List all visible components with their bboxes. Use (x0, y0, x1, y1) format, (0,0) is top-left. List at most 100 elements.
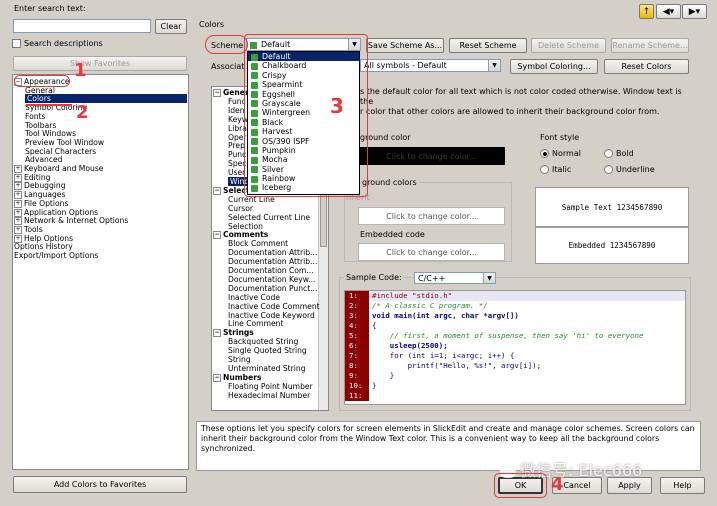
show-favorites-button[interactable]: Show Favorites (13, 56, 187, 71)
element-tree-item[interactable]: Documentation Attrib... (228, 257, 317, 266)
element-tree-item[interactable]: − Comments (213, 230, 269, 240)
collapse-icon[interactable]: − (213, 373, 221, 382)
symbols-select[interactable]: All symbols - Default ▼ (360, 59, 501, 72)
tree-item[interactable]: + File Options (14, 199, 68, 208)
element-tree-item[interactable]: Inactive Code (228, 293, 280, 302)
element-tree-item[interactable]: Floating Point Number (228, 382, 313, 391)
forward-icon[interactable]: ▶▾ (682, 4, 707, 19)
tree-item-label: File Options (24, 198, 69, 208)
element-tree-item[interactable]: Selection (228, 222, 263, 231)
tree-item-label: Export/Import Options (14, 251, 99, 260)
element-tree-item[interactable]: String (228, 355, 251, 364)
search-descriptions-checkbox[interactable]: Search descriptions (12, 39, 103, 48)
element-tree-item[interactable]: − Strings (213, 328, 254, 338)
element-tree-item[interactable]: Documentation Keyw... (228, 275, 315, 284)
tree-item-label: Colors (27, 94, 51, 104)
code-line: { (372, 321, 377, 330)
line-number: 4: (349, 321, 358, 330)
tree-item[interactable]: + Application Options (14, 208, 98, 217)
tree-item[interactable]: + Editing (14, 173, 50, 182)
chevron-down-icon[interactable]: ▼ (488, 60, 500, 71)
sample-code-editor[interactable]: 1: #include "stdio.h" 2: /* A classic C pro… (344, 290, 686, 405)
symbol-coloring-button[interactable]: Symbol Coloring... (510, 59, 598, 74)
embedded-text-preview: Embedded 1234567890 (535, 227, 689, 264)
element-tree-item[interactable]: Selected Current Line (228, 213, 310, 222)
delete-scheme-button[interactable]: Delete Scheme (531, 38, 606, 53)
element-tree-item[interactable]: Unterminated String (228, 364, 306, 373)
tree-item-label: Tool Windows (25, 129, 77, 139)
element-tree-label: Comments (223, 230, 269, 240)
tree-item[interactable]: + Languages (14, 190, 65, 200)
tree-item[interactable]: Export/Import Options (14, 251, 98, 260)
clear-button[interactable]: Clear (155, 19, 187, 34)
search-input[interactable] (13, 19, 151, 33)
options-tree[interactable]: − Appearance General Colors Symbol Coloring F… (12, 74, 189, 470)
colors-title: Colors (199, 20, 225, 29)
element-tree-item[interactable]: Documentation Attrib... (228, 248, 317, 257)
element-tree-item[interactable]: Single Quoted String (228, 346, 307, 355)
underline-radio[interactable]: Underline (604, 165, 655, 174)
reset-scheme-button[interactable]: Reset Scheme (449, 38, 527, 53)
collapse-icon[interactable]: − (213, 231, 221, 240)
collapse-icon[interactable]: − (213, 329, 221, 338)
element-tree-item[interactable]: Line Comment (228, 319, 283, 328)
element-tree-label: Numbers (223, 372, 262, 382)
tree-item[interactable]: Options History (14, 242, 73, 251)
checkbox-box (12, 39, 21, 48)
element-tree-item[interactable]: Prep (228, 141, 245, 150)
help-button[interactable]: Help (660, 477, 705, 494)
tree-item[interactable]: + Keyboard and Mouse (14, 164, 103, 173)
element-tree-item[interactable]: Hexadecimal Number (228, 391, 310, 400)
tree-item-label: Special Characters (25, 146, 97, 156)
tree-item[interactable]: Special Characters (25, 147, 96, 156)
element-tree-item[interactable]: − Numbers (213, 373, 262, 382)
tree-item[interactable]: + Debugging (14, 181, 66, 191)
rename-scheme-button[interactable]: Rename Scheme... (611, 38, 689, 53)
tree-item[interactable]: Preview Tool Window (25, 138, 104, 147)
element-tree-label: Documentation Attrib... (228, 248, 318, 258)
code-line: usleep(2500); (372, 341, 448, 350)
color-description: s the default color for all text which i… (360, 87, 682, 116)
annotation-4: 4 (551, 474, 564, 495)
favorite-icon[interactable]: ↑ (639, 4, 654, 19)
tree-item[interactable]: Tool Windows (25, 129, 76, 138)
tree-item[interactable]: + Help Options (14, 234, 73, 243)
background-color-swatch[interactable]: Click to change color... (358, 207, 505, 225)
back-icon[interactable]: ◀▾ (656, 4, 681, 19)
element-tree-item[interactable]: Cursor (228, 204, 253, 213)
element-tree-item[interactable]: Inactive Code Comment (228, 302, 320, 311)
annotation-2: 2 (76, 102, 89, 123)
embedded-color-swatch[interactable]: Click to change color... (358, 243, 505, 261)
normal-radio[interactable]: Normal (540, 149, 581, 158)
tree-item[interactable]: + Network & Internet Options (14, 216, 128, 226)
chevron-down-icon[interactable]: ▼ (483, 273, 495, 283)
tree-item[interactable]: + Tools (14, 225, 43, 234)
element-tree-item[interactable]: Block Comment (228, 239, 288, 248)
element-tree-label: Inactive Code (228, 292, 280, 302)
element-tree-item[interactable]: Iden (228, 106, 245, 115)
annotation-ring-ok (494, 473, 547, 498)
reset-colors-button[interactable]: Reset Colors (604, 59, 689, 74)
foreground-color-swatch[interactable]: Click to change color... (358, 147, 505, 165)
tree-item[interactable]: Toolbars (25, 121, 56, 130)
tree-item[interactable]: Fonts (25, 112, 46, 121)
element-tree-item[interactable]: Inactive Code Keyword (228, 311, 315, 320)
element-tree-item[interactable]: Documentation Punct... (228, 284, 317, 293)
bold-radio[interactable]: Bold (604, 149, 634, 158)
collapse-icon[interactable]: − (213, 89, 221, 97)
italic-radio[interactable]: Italic (540, 165, 571, 174)
language-select[interactable]: C/C++ ▼ (414, 272, 496, 284)
tree-item[interactable]: Colors (25, 94, 187, 104)
element-tree-item[interactable]: User (228, 168, 245, 177)
add-favorites-button[interactable]: Add Colors to Favorites (13, 476, 187, 493)
element-tree-item[interactable]: Documentation Com... (228, 266, 314, 275)
background-colors-label: ground colors (360, 178, 419, 187)
tree-item[interactable]: Advanced (25, 155, 63, 164)
collapse-icon[interactable]: − (213, 186, 221, 195)
font-style-label: Font style (540, 133, 580, 142)
element-tree-item[interactable]: Backquoted String (228, 337, 298, 346)
save-scheme-button[interactable]: Save Scheme As... (366, 38, 444, 53)
line-number: 6: (349, 341, 358, 350)
element-tree-label: Backquoted String (228, 337, 299, 347)
tree-item[interactable]: General (25, 86, 55, 95)
